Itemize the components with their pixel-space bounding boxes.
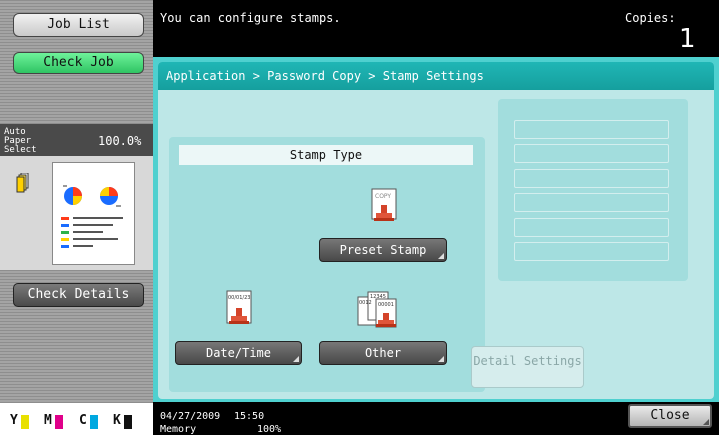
toner-level-bar [124, 415, 132, 429]
date-time-button[interactable]: Date/Time [175, 341, 302, 365]
stamp-type-title: Stamp Type [179, 145, 473, 165]
toner-level-bar [90, 415, 98, 429]
memory-label: Memory [160, 424, 197, 435]
toner-level-bar [21, 415, 29, 429]
pages-icon [16, 173, 29, 193]
paper-status-header: Auto Paper Select 100.0% [0, 124, 153, 156]
toner-label: Y [10, 413, 18, 428]
other-button[interactable]: Other [319, 341, 447, 365]
toner-yellow: Y [10, 413, 29, 429]
toner-label: K [113, 413, 121, 428]
detail-settings-button[interactable]: Detail Settings [471, 346, 584, 388]
breadcrumb: Application > Password Copy > Stamp Sett… [158, 62, 714, 90]
toner-level-bar [55, 415, 63, 429]
check-details-button[interactable]: Check Details [13, 283, 144, 307]
zoom-label: 100.0% [98, 134, 142, 148]
left-panel: Job List Check Job Auto Paper Select 100… [0, 0, 153, 435]
other-icon-text-3: 0012 [359, 300, 372, 306]
stamp-settings-screen: Application > Password Copy > Stamp Sett… [158, 62, 714, 399]
datetime-icon-text: 00/01/23 [228, 295, 250, 301]
other-icon-text-2: 00001 [378, 302, 394, 308]
toner-cyan: C [79, 413, 98, 429]
close-button[interactable]: Close [628, 404, 712, 428]
date-time-stamp-icon: 00/01/23 [226, 290, 252, 324]
copies-count: 1 [679, 24, 696, 54]
guidance-message: You can configure stamps. [160, 11, 341, 25]
job-list-button[interactable]: Job List [13, 13, 144, 37]
document-preview [52, 162, 135, 265]
main-area: Application > Password Copy > Stamp Sett… [153, 57, 719, 402]
empty-setting-slot [514, 169, 669, 188]
empty-setting-slot [514, 218, 669, 237]
toner-label: M [44, 413, 52, 428]
paper-source-label: Auto Paper Select [4, 127, 37, 155]
preset-icon-text: COPY [375, 193, 391, 200]
settings-list-panel [498, 99, 688, 281]
preset-stamp-icon: COPY [371, 188, 397, 221]
status-date: 04/27/2009 [160, 411, 221, 422]
message-bar: You can configure stamps. Copies: 1 [153, 0, 719, 57]
memory-value: 100% [257, 424, 282, 435]
toner-label: C [79, 413, 87, 428]
status-bar: 04/27/2009 15:50 Memory 100% Close [153, 402, 719, 435]
toner-magenta: M [44, 413, 63, 429]
toner-levels: Y M C K [0, 403, 153, 435]
empty-setting-slot [514, 242, 669, 261]
copies-label: Copies: [625, 11, 676, 25]
paper-status-box: Auto Paper Select 100.0% [0, 124, 153, 270]
empty-setting-slot [514, 144, 669, 163]
other-stamp-icon: 0012 12345 00001 [357, 291, 397, 328]
preview-graphic-icon [61, 185, 123, 248]
toner-black: K [113, 413, 132, 429]
preset-stamp-button[interactable]: Preset Stamp [319, 238, 447, 262]
empty-setting-slot [514, 193, 669, 212]
status-time: 15:50 [234, 411, 265, 422]
check-job-button[interactable]: Check Job [13, 52, 144, 74]
other-icon-text-1: 12345 [370, 294, 386, 300]
empty-setting-slot [514, 120, 669, 139]
